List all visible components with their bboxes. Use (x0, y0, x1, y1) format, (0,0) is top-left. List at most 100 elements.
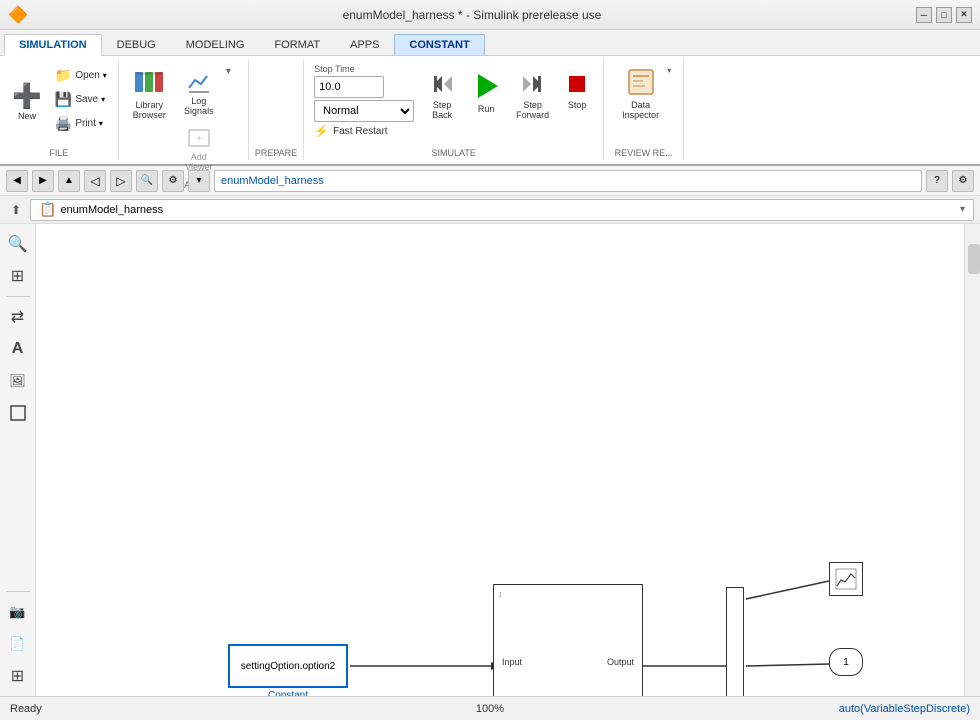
maximize-button[interactable]: □ (936, 7, 952, 23)
print-button[interactable]: 🖨️ Print ▾ (50, 112, 112, 135)
data-inspector-button[interactable]: DataInspector (616, 62, 665, 124)
screenshot-button[interactable]: 📷 (4, 598, 32, 626)
prepare-group-label: PREPARE (255, 144, 297, 158)
outport-block[interactable]: 1 (829, 648, 863, 676)
run-button[interactable]: Run (464, 66, 508, 118)
library-browser-icon (133, 66, 165, 98)
minimize-button[interactable]: ─ (916, 7, 932, 23)
help-button[interactable]: ? (926, 170, 948, 192)
right-scrollbar[interactable] (964, 224, 980, 696)
main-area: 🔍 ⊞ ⇄ A 🖼 📷 📄 ⊞ (0, 224, 980, 696)
file-group: ➕ New 📁 Open ▾ 💾 Save ▾ 🖨️ (0, 60, 119, 160)
status-ready: Ready (10, 703, 330, 715)
back-button[interactable]: ◀ (6, 170, 28, 192)
save-button[interactable]: 💾 Save ▾ (50, 88, 112, 111)
scope-icon (835, 568, 857, 590)
step-back-button[interactable]: StepBack (422, 66, 462, 124)
save-icon: 💾 (55, 91, 72, 108)
simulate-group: Stop Time Normal Accelerator Rapid Accel… (304, 60, 604, 160)
library-browser-button[interactable]: LibraryBrowser (127, 62, 172, 124)
step-forward-icon (519, 70, 547, 98)
box-tool-button[interactable] (4, 399, 32, 427)
add-viewer-button[interactable]: + AddViewer (174, 122, 224, 176)
search-button[interactable]: 🔍 (136, 170, 158, 192)
solver-select[interactable]: Normal Accelerator Rapid Accelerator (314, 100, 414, 122)
model-nav-up-button[interactable]: ⬆ (6, 200, 26, 220)
fmu-output-label: Output (607, 657, 634, 667)
fmu-block[interactable]: ↕ Input Output —— (493, 584, 643, 696)
ribbon-tabs: SIMULATION DEBUG MODELING FORMAT APPS CO… (0, 30, 980, 56)
scope-block[interactable] (829, 562, 863, 596)
stop-time-group: Stop Time Normal Accelerator Rapid Accel… (310, 62, 418, 140)
status-zoom: 100% (330, 703, 650, 715)
new-icon: ➕ (12, 85, 42, 109)
constant-block-label: Constant (228, 690, 348, 696)
image-tool-button[interactable]: 🖼 (4, 367, 32, 395)
library-expand-button[interactable]: ▾ (226, 66, 231, 77)
constant-value: settingOption.option2 (241, 661, 336, 672)
box-icon (9, 404, 27, 422)
mux-block[interactable] (726, 587, 744, 696)
tab-debug[interactable]: DEBUG (102, 34, 171, 55)
tool-separator-2 (6, 591, 30, 592)
review-group: DataInspector ▾ REVIEW RE... (604, 60, 684, 160)
open-icon: 📁 (55, 67, 72, 84)
review-expand-button[interactable]: ▾ (667, 62, 671, 75)
toolbar-nav-btn5[interactable]: ▷ (110, 170, 132, 192)
status-bar: Ready 100% auto(VariableStepDiscrete) (0, 696, 980, 720)
model-icon: 📋 (39, 201, 56, 218)
ribbon: ➕ New 📁 Open ▾ 💾 Save ▾ 🖨️ (0, 56, 980, 166)
left-toolbar: 🔍 ⊞ ⇄ A 🖼 📷 📄 ⊞ (0, 224, 36, 696)
library-group: LibraryBrowser LogSignals + AddViewer (119, 60, 249, 160)
up-button[interactable]: ▲ (58, 170, 80, 192)
prepare-group: PREPARE (249, 60, 304, 160)
step-forward-button[interactable]: StepForward (510, 66, 555, 124)
tab-format[interactable]: FORMAT (259, 34, 335, 55)
breadcrumb-item[interactable]: enumModel_harness (221, 175, 324, 187)
fast-restart-icon: ⚡ (314, 124, 329, 138)
constant-block[interactable]: settingOption.option2 (228, 644, 348, 688)
status-solver: auto(VariableStepDiscrete) (650, 703, 970, 715)
model-name-label: enumModel_harness (60, 204, 163, 216)
log-signals-button[interactable]: LogSignals (174, 66, 224, 120)
svg-text:+: + (196, 134, 202, 145)
model-name-bar: 📋 enumModel_harness ▾ (30, 199, 974, 221)
step-back-icon (428, 70, 456, 98)
nav-toggle-button[interactable]: ⇄ (4, 303, 32, 331)
open-button[interactable]: 📁 Open ▾ (50, 64, 112, 87)
toolbar-nav-btn4[interactable]: ◁ (84, 170, 106, 192)
new-button[interactable]: ➕ New (6, 62, 48, 144)
stop-time-label: Stop Time (314, 64, 355, 74)
outport-value: 1 (843, 657, 849, 668)
fast-restart-label: Fast Restart (333, 126, 387, 137)
breadcrumb-bar: enumModel_harness (214, 170, 922, 192)
log-signals-icon (187, 70, 211, 94)
zoom-tool-button[interactable]: 🔍 (4, 230, 32, 258)
expand-panel-button[interactable]: ⊞ (4, 662, 32, 690)
close-button[interactable]: ✕ (956, 7, 972, 23)
model-nav-dropdown[interactable]: ▾ (960, 204, 965, 215)
forward-button[interactable]: ▶ (32, 170, 54, 192)
tool-separator-1 (6, 296, 30, 297)
stop-button[interactable]: Stop (557, 66, 597, 114)
docs-button[interactable]: 📄 (4, 630, 32, 658)
print-icon: 🖨️ (55, 115, 72, 132)
tab-modeling[interactable]: MODELING (171, 34, 260, 55)
fmu-input-label: Input (502, 657, 522, 667)
settings-button[interactable]: ⚙ (952, 170, 974, 192)
tab-simulation[interactable]: SIMULATION (4, 34, 102, 56)
fit-view-button[interactable]: ⊞ (4, 262, 32, 290)
tab-constant[interactable]: CONSTANT (394, 34, 484, 55)
stop-icon (563, 70, 591, 98)
toolbar-area: ◀ ▶ ▲ ◁ ▷ 🔍 ⚙ ▾ enumModel_harness ? ⚙ (0, 166, 980, 196)
simulate-group-label: SIMULATE (432, 144, 476, 158)
canvas-area[interactable]: settingOption.option2 Constant ↕ Input O… (36, 224, 964, 696)
tab-apps[interactable]: APPS (335, 34, 394, 55)
add-viewer-icon: + (187, 126, 211, 150)
data-inspector-icon (625, 66, 657, 98)
window-title: enumModel_harness * - Simulink prereleas… (28, 8, 916, 22)
review-group-label: REVIEW RE... (615, 144, 673, 158)
stop-time-input[interactable] (314, 76, 384, 98)
text-tool-button[interactable]: A (4, 335, 32, 363)
scrollbar-thumb[interactable] (968, 244, 980, 274)
